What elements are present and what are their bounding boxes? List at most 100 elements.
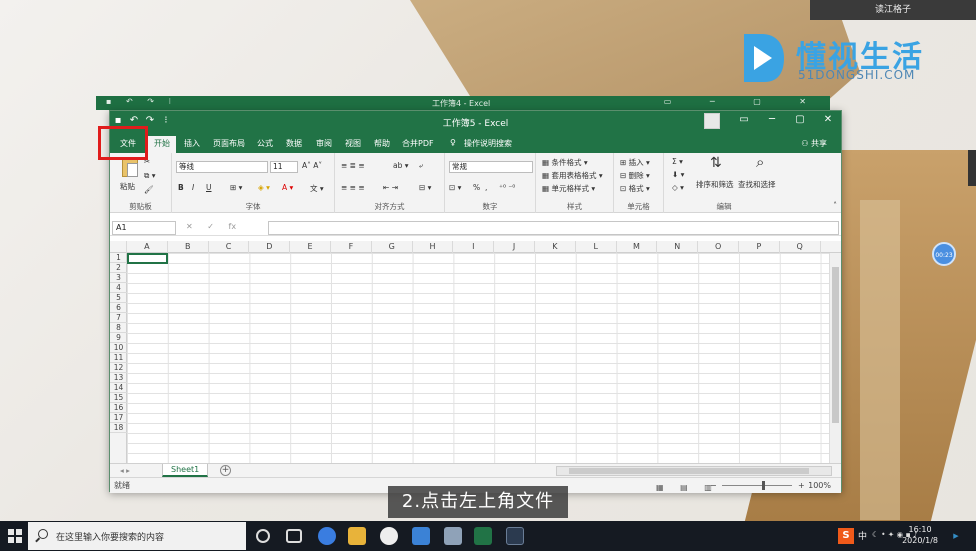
row-header-12[interactable]: 12 xyxy=(110,363,127,373)
column-header-j[interactable]: J xyxy=(494,241,535,253)
zoom-in-button[interactable]: + xyxy=(798,478,805,493)
number-format-dropdown[interactable]: 常规 xyxy=(449,161,533,173)
paste-label[interactable]: 粘贴 xyxy=(120,181,135,192)
start-button[interactable] xyxy=(8,529,22,543)
indent-icons[interactable]: ⇤ ⇥ xyxy=(383,183,398,192)
row-header-18[interactable]: 18 xyxy=(110,423,127,433)
minimize-button[interactable]: ─ xyxy=(762,114,782,125)
collapse-ribbon-icon[interactable]: ˄ xyxy=(833,201,837,210)
vertical-scrollbar[interactable] xyxy=(829,253,841,463)
close-button[interactable]: ✕ xyxy=(818,114,838,125)
browser-icon[interactable] xyxy=(318,527,336,545)
selected-cell-a1[interactable] xyxy=(127,253,168,264)
fill-icon[interactable]: ⬇ ▾ xyxy=(672,170,684,179)
account-avatar[interactable] xyxy=(704,113,720,129)
row-header-8[interactable]: 8 xyxy=(110,323,127,333)
paste-icon[interactable] xyxy=(122,157,138,177)
orientation-icon[interactable]: ab ▾ xyxy=(393,161,409,170)
accounting-format-icon[interactable]: ⊡ ▾ xyxy=(449,183,461,192)
merge-center-icon[interactable]: ⊟ ▾ xyxy=(419,183,431,192)
delete-cells-button[interactable]: ⊟ 删除 ▾ xyxy=(620,170,650,181)
floating-timer-bubble[interactable]: 00:23 xyxy=(932,242,956,266)
column-header-l[interactable]: L xyxy=(576,241,617,253)
horizontal-align-icons[interactable]: ≡ ≡ ≡ xyxy=(341,183,365,192)
row-header-9[interactable]: 9 xyxy=(110,333,127,343)
row-header-4[interactable]: 4 xyxy=(110,283,127,293)
conditional-format-button[interactable]: ▦ 条件格式 ▾ xyxy=(542,157,588,168)
tell-me-search[interactable]: 操作说明搜索 xyxy=(464,138,512,149)
column-header-h[interactable]: H xyxy=(413,241,454,253)
tab-help[interactable]: 帮助 xyxy=(374,138,390,149)
column-header-e[interactable]: E xyxy=(290,241,331,253)
tab-home[interactable]: 开始 xyxy=(148,136,176,153)
row-header-3[interactable]: 3 xyxy=(110,273,127,283)
horizontal-scroll-thumb[interactable] xyxy=(569,468,809,474)
insert-function-button[interactable]: fx xyxy=(229,222,237,231)
grow-font-icon[interactable]: A˄ A˅ xyxy=(302,161,322,170)
language-indicator[interactable]: 中 xyxy=(858,529,867,542)
steam-icon[interactable] xyxy=(506,527,524,545)
tab-insert[interactable]: 插入 xyxy=(184,138,200,149)
select-all-corner[interactable] xyxy=(110,241,127,253)
maximize-button[interactable]: ▢ xyxy=(790,114,810,125)
insert-cells-button[interactable]: ⊞ 插入 ▾ xyxy=(620,157,650,168)
enter-icon[interactable]: ✓ xyxy=(207,222,214,231)
font-name-dropdown[interactable]: 等线 xyxy=(176,161,268,173)
italic-button[interactable]: I xyxy=(192,183,194,192)
row-header-6[interactable]: 6 xyxy=(110,303,127,313)
cell-styles-button[interactable]: ▦ 单元格样式 ▾ xyxy=(542,183,595,194)
sheet-nav-icons[interactable]: ◂ ▸ xyxy=(120,466,130,475)
column-header-m[interactable]: M xyxy=(617,241,658,253)
ribbon-display-icon[interactable]: ▭ xyxy=(734,114,754,125)
wrap-text-icon[interactable]: ⤶ xyxy=(419,161,423,171)
taskbar-search-box[interactable]: 在这里输入你要搜索的内容 xyxy=(28,522,246,550)
bold-button[interactable]: B xyxy=(178,183,184,192)
wechat-icon[interactable] xyxy=(380,527,398,545)
column-header-a[interactable]: A xyxy=(127,241,168,253)
clock[interactable]: 16:10 2020/1/8 xyxy=(902,524,938,546)
tab-formulas[interactable]: 公式 xyxy=(257,138,273,149)
column-header-k[interactable]: K xyxy=(535,241,576,253)
tab-review[interactable]: 审阅 xyxy=(316,138,332,149)
row-header-17[interactable]: 17 xyxy=(110,413,127,423)
ime-icon[interactable]: S xyxy=(838,528,854,544)
tab-data[interactable]: 数据 xyxy=(286,138,302,149)
app-icon[interactable] xyxy=(412,527,430,545)
row-header-14[interactable]: 14 xyxy=(110,383,127,393)
tab-view[interactable]: 视图 xyxy=(345,138,361,149)
background-excel-window[interactable]: ▪ ↶ ↷ ⁝ 工作簿4 - Excel ▭ ─ ▢ ✕ xyxy=(96,96,830,110)
name-box[interactable]: A1 xyxy=(112,221,176,235)
autosum-icon[interactable]: Σ ▾ xyxy=(672,157,683,166)
column-header-o[interactable]: O xyxy=(698,241,739,253)
tab-page-layout[interactable]: 页面布局 xyxy=(213,138,245,149)
row-header-5[interactable]: 5 xyxy=(110,293,127,303)
format-painter-icon[interactable]: 🖌 xyxy=(144,185,154,194)
find-select-button[interactable]: 查找和选择 xyxy=(738,179,776,190)
font-size-dropdown[interactable]: 11 xyxy=(270,161,298,173)
vertical-scroll-thumb[interactable] xyxy=(832,267,839,423)
column-header-g[interactable]: G xyxy=(372,241,413,253)
decimal-icons[interactable]: ⁺⁰ ⁻⁰ xyxy=(499,183,515,192)
sort-filter-button[interactable]: 排序和筛选 xyxy=(696,179,734,190)
add-sheet-button[interactable]: + xyxy=(220,465,231,476)
format-as-table-button[interactable]: ▦ 套用表格格式 ▾ xyxy=(542,170,603,181)
row-header-7[interactable]: 7 xyxy=(110,313,127,323)
zoom-level[interactable]: 100% xyxy=(808,478,831,493)
formula-input[interactable] xyxy=(268,221,839,235)
comma-style-icon[interactable]: , xyxy=(485,183,487,192)
horizontal-scrollbar[interactable] xyxy=(556,466,832,476)
cortana-icon[interactable] xyxy=(256,529,270,543)
vertical-align-icons[interactable]: ≡ ≣ ≡ xyxy=(341,161,365,170)
underline-button[interactable]: U xyxy=(206,183,212,192)
task-view-icon[interactable] xyxy=(286,529,302,543)
column-header-q[interactable]: Q xyxy=(780,241,821,253)
row-header-2[interactable]: 2 xyxy=(110,263,127,273)
row-header-11[interactable]: 11 xyxy=(110,353,127,363)
notebook-icon[interactable] xyxy=(444,527,462,545)
row-header-13[interactable]: 13 xyxy=(110,373,127,383)
share-button[interactable]: ⚇ 共享 xyxy=(801,138,827,149)
row-header-15[interactable]: 15 xyxy=(110,393,127,403)
sheet-tab-sheet1[interactable]: Sheet1 xyxy=(162,464,209,477)
percent-button[interactable]: % xyxy=(473,183,480,192)
zoom-out-button[interactable]: − xyxy=(710,478,717,493)
